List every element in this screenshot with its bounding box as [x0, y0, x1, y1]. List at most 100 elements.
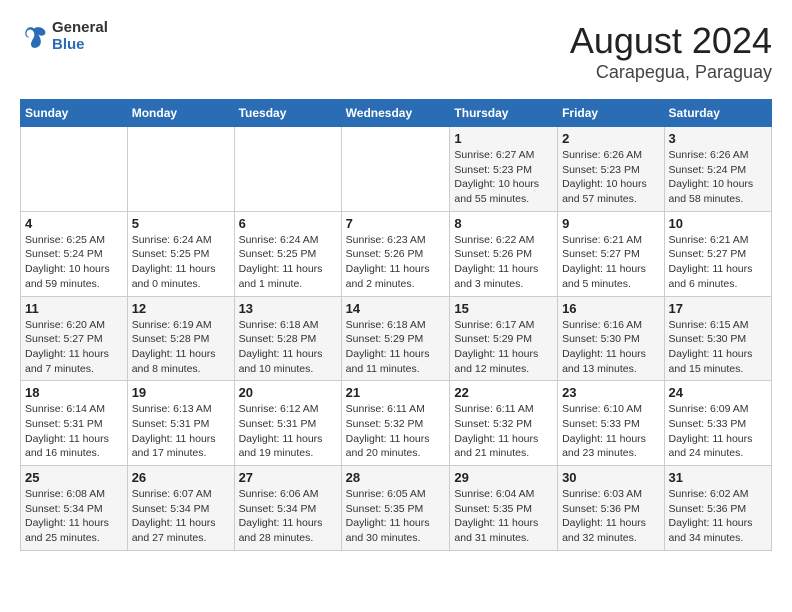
day-detail: Sunrise: 6:05 AMSunset: 5:35 PMDaylight:… — [346, 487, 446, 546]
day-number: 16 — [562, 301, 659, 316]
calendar-cell: 3 Sunrise: 6:26 AMSunset: 5:24 PMDaylight… — [664, 127, 771, 212]
calendar-cell: 12 Sunrise: 6:19 AMSunset: 5:28 PMDayligh… — [127, 296, 234, 381]
day-detail: Sunrise: 6:11 AMSunset: 5:32 PMDaylight:… — [346, 402, 446, 461]
calendar-cell: 13Sunrise: 6:18 AMSunset: 5:28 PMDayligh… — [234, 296, 341, 381]
calendar-subtitle: Carapegua, Paraguay — [570, 62, 772, 83]
day-number: 3 — [669, 131, 767, 146]
calendar-cell: 6 Sunrise: 6:24 AMSunset: 5:25 PMDaylight… — [234, 211, 341, 296]
day-detail: Sunrise: 6:10 AMSunset: 5:33 PMDaylight:… — [562, 402, 659, 461]
day-number: 9 — [562, 216, 659, 231]
day-detail: Sunrise: 6:07 AMSunset: 5:34 PMDaylight:… — [132, 487, 230, 546]
day-number: 22 — [454, 385, 553, 400]
day-detail: Sunrise: 6:20 AMSunset: 5:27 PMDaylight:… — [25, 318, 123, 377]
day-detail: Sunrise: 6:26 AMSunset: 5:23 PMDaylight:… — [562, 148, 659, 207]
calendar-cell: 26 Sunrise: 6:07 AMSunset: 5:34 PMDayligh… — [127, 466, 234, 551]
day-number: 12 — [132, 301, 230, 316]
logo-general: General — [52, 20, 108, 37]
title-block: August 2024 Carapegua, Paraguay — [570, 20, 772, 83]
day-detail: Sunrise: 6:04 AMSunset: 5:35 PMDaylight:… — [454, 487, 553, 546]
logo: General Blue — [20, 20, 108, 53]
day-detail: Sunrise: 6:19 AMSunset: 5:28 PMDaylight:… — [132, 318, 230, 377]
header-day-sunday: Sunday — [21, 100, 128, 127]
calendar-cell: 5 Sunrise: 6:24 AMSunset: 5:25 PMDaylight… — [127, 211, 234, 296]
day-number: 23 — [562, 385, 659, 400]
day-number: 8 — [454, 216, 553, 231]
calendar-cell — [341, 127, 450, 212]
header-day-friday: Friday — [558, 100, 664, 127]
calendar-cell: 14Sunrise: 6:18 AMSunset: 5:29 PMDayligh… — [341, 296, 450, 381]
day-detail: Sunrise: 6:24 AMSunset: 5:25 PMDaylight:… — [132, 233, 230, 292]
day-detail: Sunrise: 6:09 AMSunset: 5:33 PMDaylight:… — [669, 402, 767, 461]
calendar-title: August 2024 — [570, 20, 772, 62]
day-detail: Sunrise: 6:17 AMSunset: 5:29 PMDaylight:… — [454, 318, 553, 377]
calendar-cell: 19 Sunrise: 6:13 AMSunset: 5:31 PMDayligh… — [127, 381, 234, 466]
day-number: 26 — [132, 470, 230, 485]
day-number: 17 — [669, 301, 767, 316]
calendar-cell: 8Sunrise: 6:22 AMSunset: 5:26 PMDaylight… — [450, 211, 558, 296]
day-number: 19 — [132, 385, 230, 400]
header-day-wednesday: Wednesday — [341, 100, 450, 127]
day-detail: Sunrise: 6:18 AMSunset: 5:28 PMDaylight:… — [239, 318, 337, 377]
day-number: 31 — [669, 470, 767, 485]
calendar-cell: 7 Sunrise: 6:23 AMSunset: 5:26 PMDaylight… — [341, 211, 450, 296]
day-detail: Sunrise: 6:02 AMSunset: 5:36 PMDaylight:… — [669, 487, 767, 546]
day-number: 6 — [239, 216, 337, 231]
day-number: 4 — [25, 216, 123, 231]
day-detail: Sunrise: 6:24 AMSunset: 5:25 PMDaylight:… — [239, 233, 337, 292]
logo-bird-icon — [20, 23, 48, 51]
calendar-cell: 10 Sunrise: 6:21 AMSunset: 5:27 PMDayligh… — [664, 211, 771, 296]
calendar-header: SundayMondayTuesdayWednesdayThursdayFrid… — [21, 100, 772, 127]
calendar-cell: 28 Sunrise: 6:05 AMSunset: 5:35 PMDayligh… — [341, 466, 450, 551]
calendar-cell — [127, 127, 234, 212]
calendar-cell: 25Sunrise: 6:08 AMSunset: 5:34 PMDayligh… — [21, 466, 128, 551]
day-number: 27 — [239, 470, 337, 485]
calendar-cell: 23 Sunrise: 6:10 AMSunset: 5:33 PMDayligh… — [558, 381, 664, 466]
calendar-cell: 17 Sunrise: 6:15 AMSunset: 5:30 PMDayligh… — [664, 296, 771, 381]
calendar-cell: 31 Sunrise: 6:02 AMSunset: 5:36 PMDayligh… — [664, 466, 771, 551]
day-detail: Sunrise: 6:23 AMSunset: 5:26 PMDaylight:… — [346, 233, 446, 292]
page-header: General Blue August 2024 Carapegua, Para… — [20, 20, 772, 83]
day-detail: Sunrise: 6:14 AMSunset: 5:31 PMDaylight:… — [25, 402, 123, 461]
day-number: 25 — [25, 470, 123, 485]
calendar-cell: 1 Sunrise: 6:27 AMSunset: 5:23 PMDaylight… — [450, 127, 558, 212]
calendar-cell: 11Sunrise: 6:20 AMSunset: 5:27 PMDayligh… — [21, 296, 128, 381]
day-detail: Sunrise: 6:12 AMSunset: 5:31 PMDaylight:… — [239, 402, 337, 461]
day-number: 5 — [132, 216, 230, 231]
day-detail: Sunrise: 6:13 AMSunset: 5:31 PMDaylight:… — [132, 402, 230, 461]
day-number: 28 — [346, 470, 446, 485]
calendar-cell — [21, 127, 128, 212]
day-number: 10 — [669, 216, 767, 231]
day-detail: Sunrise: 6:21 AMSunset: 5:27 PMDaylight:… — [669, 233, 767, 292]
day-number: 29 — [454, 470, 553, 485]
day-number: 14 — [346, 301, 446, 316]
calendar-cell: 29 Sunrise: 6:04 AMSunset: 5:35 PMDayligh… — [450, 466, 558, 551]
calendar-cell: 20 Sunrise: 6:12 AMSunset: 5:31 PMDayligh… — [234, 381, 341, 466]
header-day-monday: Monday — [127, 100, 234, 127]
header-day-thursday: Thursday — [450, 100, 558, 127]
calendar-cell: 22Sunrise: 6:11 AMSunset: 5:32 PMDayligh… — [450, 381, 558, 466]
calendar-body: 1 Sunrise: 6:27 AMSunset: 5:23 PMDaylight… — [21, 127, 772, 551]
day-number: 1 — [454, 131, 553, 146]
header-day-saturday: Saturday — [664, 100, 771, 127]
day-detail: Sunrise: 6:26 AMSunset: 5:24 PMDaylight:… — [669, 148, 767, 207]
day-detail: Sunrise: 6:03 AMSunset: 5:36 PMDaylight:… — [562, 487, 659, 546]
day-number: 20 — [239, 385, 337, 400]
day-number: 7 — [346, 216, 446, 231]
calendar-week-4: 18 Sunrise: 6:14 AMSunset: 5:31 PMDayligh… — [21, 381, 772, 466]
day-detail: Sunrise: 6:15 AMSunset: 5:30 PMDaylight:… — [669, 318, 767, 377]
calendar-cell: 16Sunrise: 6:16 AMSunset: 5:30 PMDayligh… — [558, 296, 664, 381]
calendar-week-3: 11Sunrise: 6:20 AMSunset: 5:27 PMDayligh… — [21, 296, 772, 381]
day-number: 15 — [454, 301, 553, 316]
day-number: 21 — [346, 385, 446, 400]
calendar-cell: 24Sunrise: 6:09 AMSunset: 5:33 PMDayligh… — [664, 381, 771, 466]
day-number: 18 — [25, 385, 123, 400]
header-row: SundayMondayTuesdayWednesdayThursdayFrid… — [21, 100, 772, 127]
calendar-week-5: 25Sunrise: 6:08 AMSunset: 5:34 PMDayligh… — [21, 466, 772, 551]
day-detail: Sunrise: 6:25 AMSunset: 5:24 PMDaylight:… — [25, 233, 123, 292]
calendar-cell: 30Sunrise: 6:03 AMSunset: 5:36 PMDayligh… — [558, 466, 664, 551]
day-detail: Sunrise: 6:27 AMSunset: 5:23 PMDaylight:… — [454, 148, 553, 207]
calendar-cell: 15 Sunrise: 6:17 AMSunset: 5:29 PMDayligh… — [450, 296, 558, 381]
calendar-cell: 21 Sunrise: 6:11 AMSunset: 5:32 PMDayligh… — [341, 381, 450, 466]
calendar-cell: 4 Sunrise: 6:25 AMSunset: 5:24 PMDaylight… — [21, 211, 128, 296]
calendar-cell: 9Sunrise: 6:21 AMSunset: 5:27 PMDaylight… — [558, 211, 664, 296]
